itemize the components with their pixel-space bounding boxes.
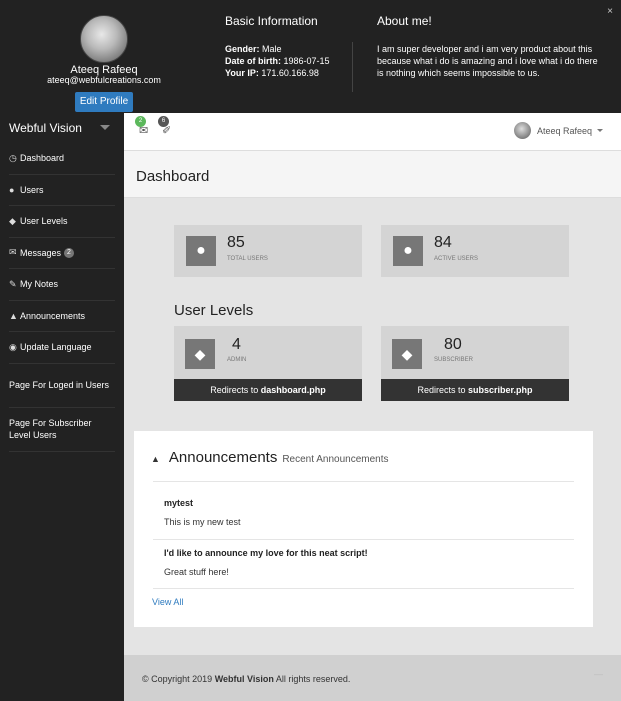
sidebar-item-announcements[interactable]: ▲ Announcements [9,301,115,332]
caret-down-icon [597,129,603,132]
footer: © Copyright 2019 Webful Vision All right… [124,655,621,701]
main-content: ● 85 TOTAL USERS ● 84 ACTIVE USERS User … [124,198,621,655]
announcements-header: ▲ Announcements Recent Announcements [151,449,389,466]
top-header: ✉ 2 ✐ 6 Ateeq Rafeeq [124,113,621,151]
tag-icon: ◆ [185,339,215,369]
sidebar-item-logged-in-users[interactable]: Page For Loged in Users [9,364,115,408]
level-redirect-link[interactable]: Redirects to dashboard.php [174,379,362,401]
divider [153,539,574,540]
chevron-down-icon[interactable] [100,125,110,130]
level-card-admin: ◆ 4 ADMIN Redirects to dashboard.php [174,326,362,401]
envelope-icon: ✉ [9,247,17,258]
sidebar-item-update-language[interactable]: ◉ Update Language [9,332,115,364]
announcements-subtitle: Recent Announcements [282,454,389,465]
level-label: ADMIN [227,357,247,363]
messages-count-badge: 2 [64,247,74,258]
announcement-title: I'd like to announce my love for this ne… [164,548,368,558]
header-user-name: Ateeq Rafeeq [536,125,592,136]
about-me-title: About me! [377,14,432,28]
sidebar-brand: Webful Vision [0,113,124,143]
view-all-link[interactable]: View All [152,597,183,607]
profile-email: ateeq@webfulcreations.com [47,75,161,85]
copyright-text: © Copyright 2019 Webful Vision All right… [142,674,351,684]
level-card-subscriber: ◆ 80 SUBSCRIBER Redirects to subscriber.… [381,326,569,401]
avatar [513,122,531,139]
sidebar-item-user-levels[interactable]: ◆ User Levels [9,206,115,238]
notes-header-button[interactable]: ✐ 6 [158,116,171,137]
stat-total-users: ● 85 TOTAL USERS [174,225,362,277]
announcements-panel: ▲ Announcements Recent Announcements myt… [134,431,593,627]
stat-value: 85 [227,234,245,251]
close-icon[interactable]: × [607,6,613,17]
sidebar-item-subscriber-users[interactable]: Page For Subscriber Level Users [9,408,115,452]
announcements-title: Announcements [168,449,278,466]
level-value: 4 [232,336,241,353]
sidebar-item-users[interactable]: ● Users [9,175,115,206]
announcement-title: mytest [164,498,194,508]
level-value: 80 [444,336,462,353]
announcement-body: Great stuff here! [164,567,229,577]
stat-value: 84 [434,234,452,251]
profile-avatar [80,15,128,63]
messages-header-badge: 2 [135,116,146,127]
stat-active-users: ● 84 ACTIVE USERS [381,225,569,277]
pin-icon: ✎ [9,278,17,289]
page-title: Dashboard [136,168,210,185]
sidebar-item-my-notes[interactable]: ✎ My Notes [9,269,115,301]
level-redirect-link[interactable]: Redirects to subscriber.php [381,379,569,401]
bullhorn-icon: ▲ [151,454,160,464]
announcement-body: This is my new test [164,517,241,527]
profile-topbar: Ateeq Rafeeq ateeq@webfulcreations.com E… [0,0,621,113]
globe-icon: ◉ [9,341,17,352]
user-levels-title: User Levels [174,302,254,319]
about-me-text: I am super developer and i am very produ… [377,44,598,78]
divider [153,481,574,482]
sidebar-item-messages[interactable]: ✉ Messages 2 [9,238,115,269]
brand-name: Webful Vision [9,121,82,135]
level-label: SUBSCRIBER [434,357,474,363]
tag-icon: ◆ [392,339,422,369]
info-divider [352,42,353,92]
dob-row: Date of birth: 1986-07-15 [225,56,330,66]
dashboard-icon: ◷ [9,152,17,163]
user-icon: ● [9,184,15,195]
about-me: About me! I am super developer and i am … [377,14,602,79]
page-title-bar: Dashboard [124,151,621,198]
bullhorn-icon: ▲ [9,310,18,321]
user-menu[interactable]: Ateeq Rafeeq [513,122,603,139]
scroll-up-icon[interactable]: — [594,669,603,679]
stat-label: ACTIVE USERS [434,256,479,262]
tag-icon: ◆ [9,215,16,226]
sidebar-item-dashboard[interactable]: ◷ Dashboard [9,143,115,175]
sidebar: Webful Vision ◷ Dashboard ● Users ◆ User Le… [0,113,124,701]
messages-header-button[interactable]: ✉ 2 [135,116,148,137]
basic-information-title: Basic Information [225,14,318,28]
user-icon: ● [186,236,216,266]
notes-header-badge: 6 [158,116,169,127]
divider [153,588,574,589]
ip-row: Your IP: 171.60.166.98 [225,68,319,78]
edit-profile-button[interactable]: Edit Profile [75,92,133,112]
user-icon: ● [393,236,423,266]
stat-label: TOTAL USERS [227,256,268,262]
basic-information: Basic Information Gender: Male Date of b… [225,14,350,79]
gender-row: Gender: Male [225,44,282,54]
